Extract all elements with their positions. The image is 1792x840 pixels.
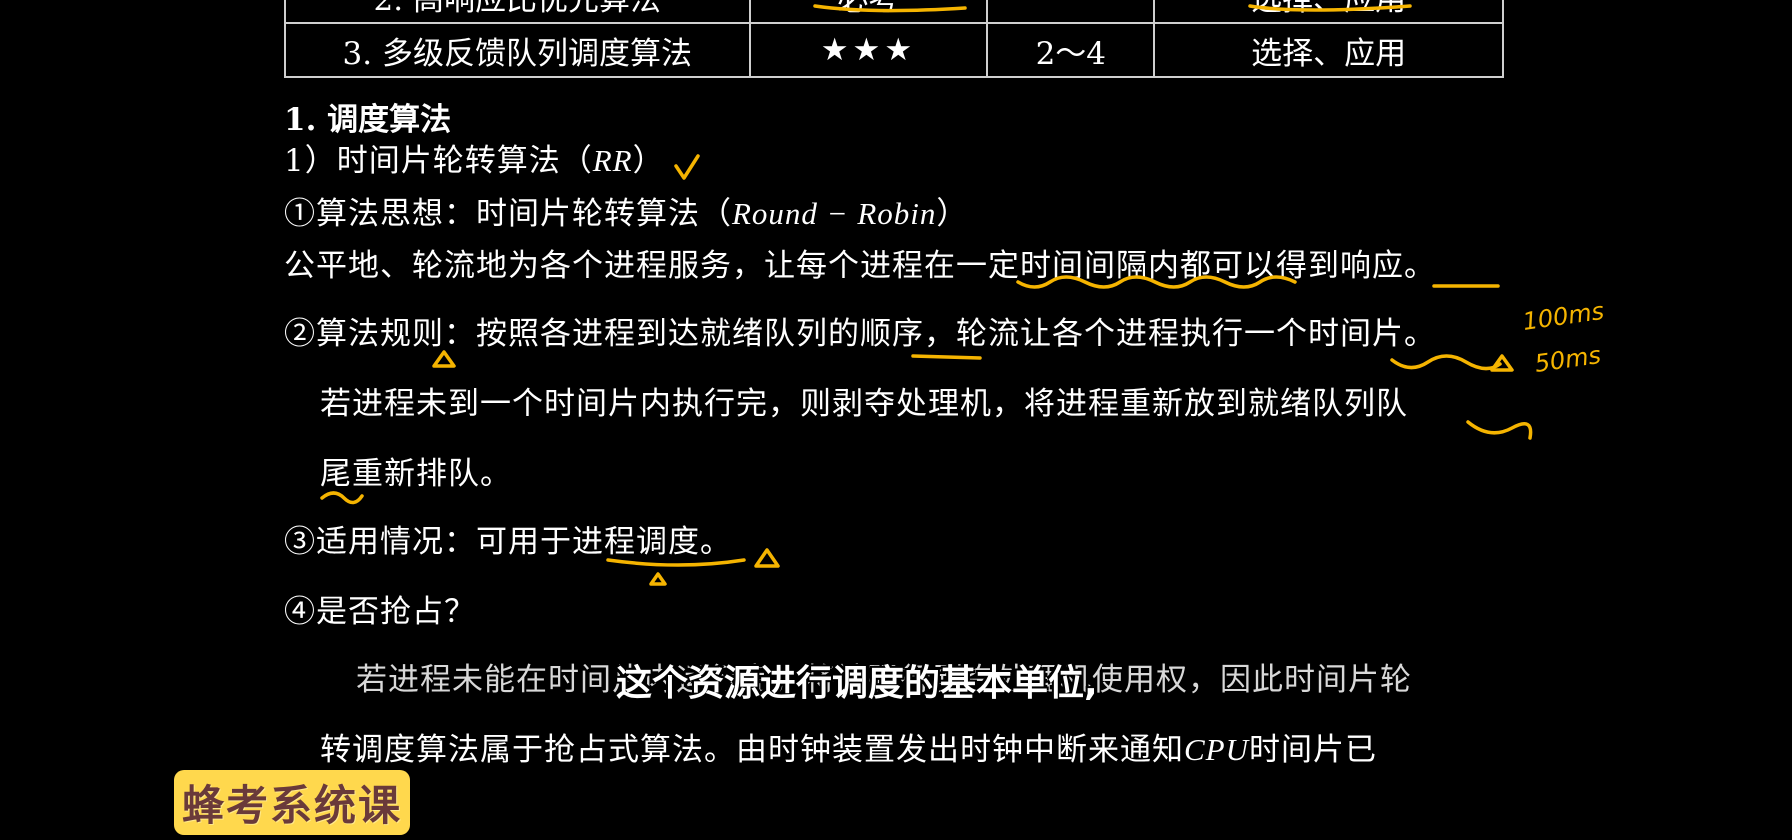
subsection-title: 1）时间片轮转算法（RR） [284, 141, 665, 181]
paragraph-idea-body: 公平地、轮流地为各个进程服务，让每个进程在一定时间间隔内都可以得到响应。 [284, 248, 1436, 284]
subsection-abbr: RR [592, 143, 633, 178]
table-cell-stars: ★★★ [748, 22, 989, 78]
subsection-suffix: ） [632, 143, 665, 179]
preempt-line2-suffix: 时间片已 [1249, 732, 1377, 768]
paragraph-usage: ③适用情况：可用于进程调度。 [284, 524, 732, 560]
video-subtitle: 这个资源进行调度的基本单位, [616, 663, 1098, 704]
table-cell-type: 选择、应用 [1153, 0, 1504, 24]
preempt-line2-prefix: 转调度算法属于抢占式算法。由时钟装置发出时钟中断来通知 [320, 732, 1184, 768]
brand-watermark: 蜂考系统课 [174, 770, 411, 835]
table-cell-name: 3. 多级反馈队列调度算法 [284, 22, 751, 78]
table-cell-count [986, 0, 1156, 24]
table-row: 2. 高响应比优先算法 必考 选择、应用 [284, 0, 1504, 24]
paragraph-preempt-title: ④是否抢占？ [284, 594, 476, 630]
table-cell-type: 选择、应用 [1153, 22, 1504, 78]
table-row: 3. 多级反馈队列调度算法 ★★★ 2～4 选择、应用 [284, 22, 1504, 78]
algorithm-table: 2. 高响应比优先算法 必考 选择、应用 3. 多级反馈队列调度算法 ★★★ 2… [284, 0, 1504, 78]
note-100ms: 100ms [1521, 297, 1606, 336]
table-cell-name: 2. 高响应比优先算法 [284, 0, 751, 24]
triangle-mark [1490, 354, 1514, 372]
paragraph-idea-label: ①算法思想：时间片轮转算法（Round − Robin） [284, 194, 968, 234]
cpu-term: CPU [1184, 732, 1249, 767]
triangle-mark [649, 572, 667, 586]
paragraph-rule-line3: 尾重新排队。 [320, 456, 512, 492]
paragraph-rule-line1: ②算法规则：按照各进程到达就绪队列的顺序，轮流让各个进程执行一个时间片。 [284, 316, 1436, 352]
triangle-mark [432, 350, 456, 368]
check-icon [674, 154, 700, 180]
table-cell-count: 2～4 [986, 22, 1156, 78]
wavy-underline [1466, 420, 1533, 440]
table-cell-stars: 必考 [748, 0, 989, 24]
paragraph-rule-line2: 若进程未到一个时间片内执行完，则剥夺处理机，将进程重新放到就绪队列队 [320, 386, 1408, 422]
wavy-underline [320, 491, 364, 505]
subsection-prefix: 1）时间片轮转算法（ [284, 143, 593, 179]
idea-suffix: ） [936, 196, 969, 232]
idea-label-text: ①算法思想：时间片轮转算法（ [284, 196, 732, 232]
wavy-underline [1390, 354, 1502, 371]
note-50ms: 50ms [1533, 341, 1603, 378]
idea-term: Round − Robin [732, 196, 937, 231]
underline-mark [911, 354, 982, 360]
section-title: 1. 调度算法 [284, 102, 452, 138]
paragraph-preempt-line2: 转调度算法属于抢占式算法。由时钟装置发出时钟中断来通知CPU时间片已 [320, 730, 1377, 770]
triangle-mark [754, 548, 780, 568]
